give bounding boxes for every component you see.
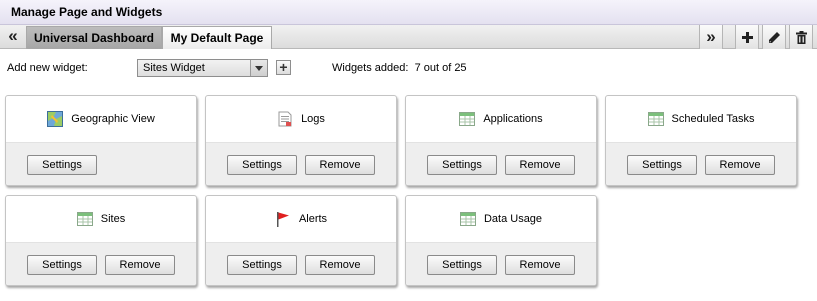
table-icon <box>459 111 476 127</box>
settings-button[interactable]: Settings <box>27 155 97 175</box>
log-document-icon <box>277 111 293 127</box>
widget-type-selected-value: Sites Widget <box>143 62 205 74</box>
widget-title: Geographic View <box>71 113 155 125</box>
table-icon <box>459 211 476 227</box>
widget-card-logs: Logs Settings Remove <box>205 95 397 186</box>
widget-card-applications: Applications Settings Remove <box>405 95 597 186</box>
settings-button[interactable]: Settings <box>627 155 697 175</box>
remove-button[interactable]: Remove <box>305 255 375 275</box>
remove-button[interactable]: Remove <box>105 255 175 275</box>
widget-title: Logs <box>301 113 325 125</box>
red-flag-icon <box>275 211 291 227</box>
remove-button[interactable]: Remove <box>305 155 375 175</box>
settings-button[interactable]: Settings <box>27 255 97 275</box>
add-widget-label: Add new widget: <box>7 62 88 74</box>
settings-button[interactable]: Settings <box>427 255 497 275</box>
scroll-tabs-left-button[interactable]: « <box>3 27 23 46</box>
widget-title: Sites <box>100 213 126 225</box>
remove-button[interactable]: Remove <box>505 255 575 275</box>
table-icon <box>76 211 93 227</box>
scroll-tabs-right-button[interactable]: » <box>699 25 723 49</box>
tab-universal-dashboard[interactable]: Universal Dashboard <box>26 26 162 49</box>
widget-toolbar: Add new widget: Sites Widget + Widgets a… <box>0 50 817 84</box>
widget-card-geographic-view: Geographic View Settings <box>5 95 197 186</box>
widget-card-sites: Sites Settings Remove <box>5 195 197 286</box>
plus-icon <box>741 31 753 43</box>
settings-button[interactable]: Settings <box>427 155 497 175</box>
widget-title: Scheduled Tasks <box>671 113 755 125</box>
map-icon <box>47 111 64 127</box>
trash-icon <box>795 30 807 44</box>
widget-type-select[interactable]: Sites Widget <box>137 59 268 77</box>
add-page-button[interactable] <box>735 25 759 49</box>
pencil-icon <box>768 31 780 43</box>
widget-title: Applications <box>483 113 543 125</box>
widget-title: Data Usage <box>483 213 543 225</box>
delete-page-button[interactable] <box>789 25 813 49</box>
widget-card-data-usage: Data Usage Settings Remove <box>405 195 597 286</box>
tab-bar: « Universal Dashboard My Default Page » <box>0 25 817 49</box>
edit-page-button[interactable] <box>762 25 786 49</box>
double-chevron-right-icon: » <box>706 27 716 46</box>
widget-card-alerts: Alerts Settings Remove <box>205 195 397 286</box>
tab-my-default-page[interactable]: My Default Page <box>162 26 272 49</box>
window-title: Manage Page and Widgets <box>0 0 817 25</box>
remove-button[interactable]: Remove <box>705 155 775 175</box>
dropdown-arrow-icon[interactable] <box>250 60 267 76</box>
settings-button[interactable]: Settings <box>227 255 297 275</box>
remove-button[interactable]: Remove <box>505 155 575 175</box>
widget-card-scheduled-tasks: Scheduled Tasks Settings Remove <box>605 95 797 186</box>
add-widget-button[interactable]: + <box>276 60 291 75</box>
widget-title: Alerts <box>298 213 328 225</box>
widgets-added-count: Widgets added: 7 out of 25 <box>332 62 467 74</box>
settings-button[interactable]: Settings <box>227 155 297 175</box>
plus-icon: + <box>279 59 288 75</box>
table-icon <box>647 111 664 127</box>
